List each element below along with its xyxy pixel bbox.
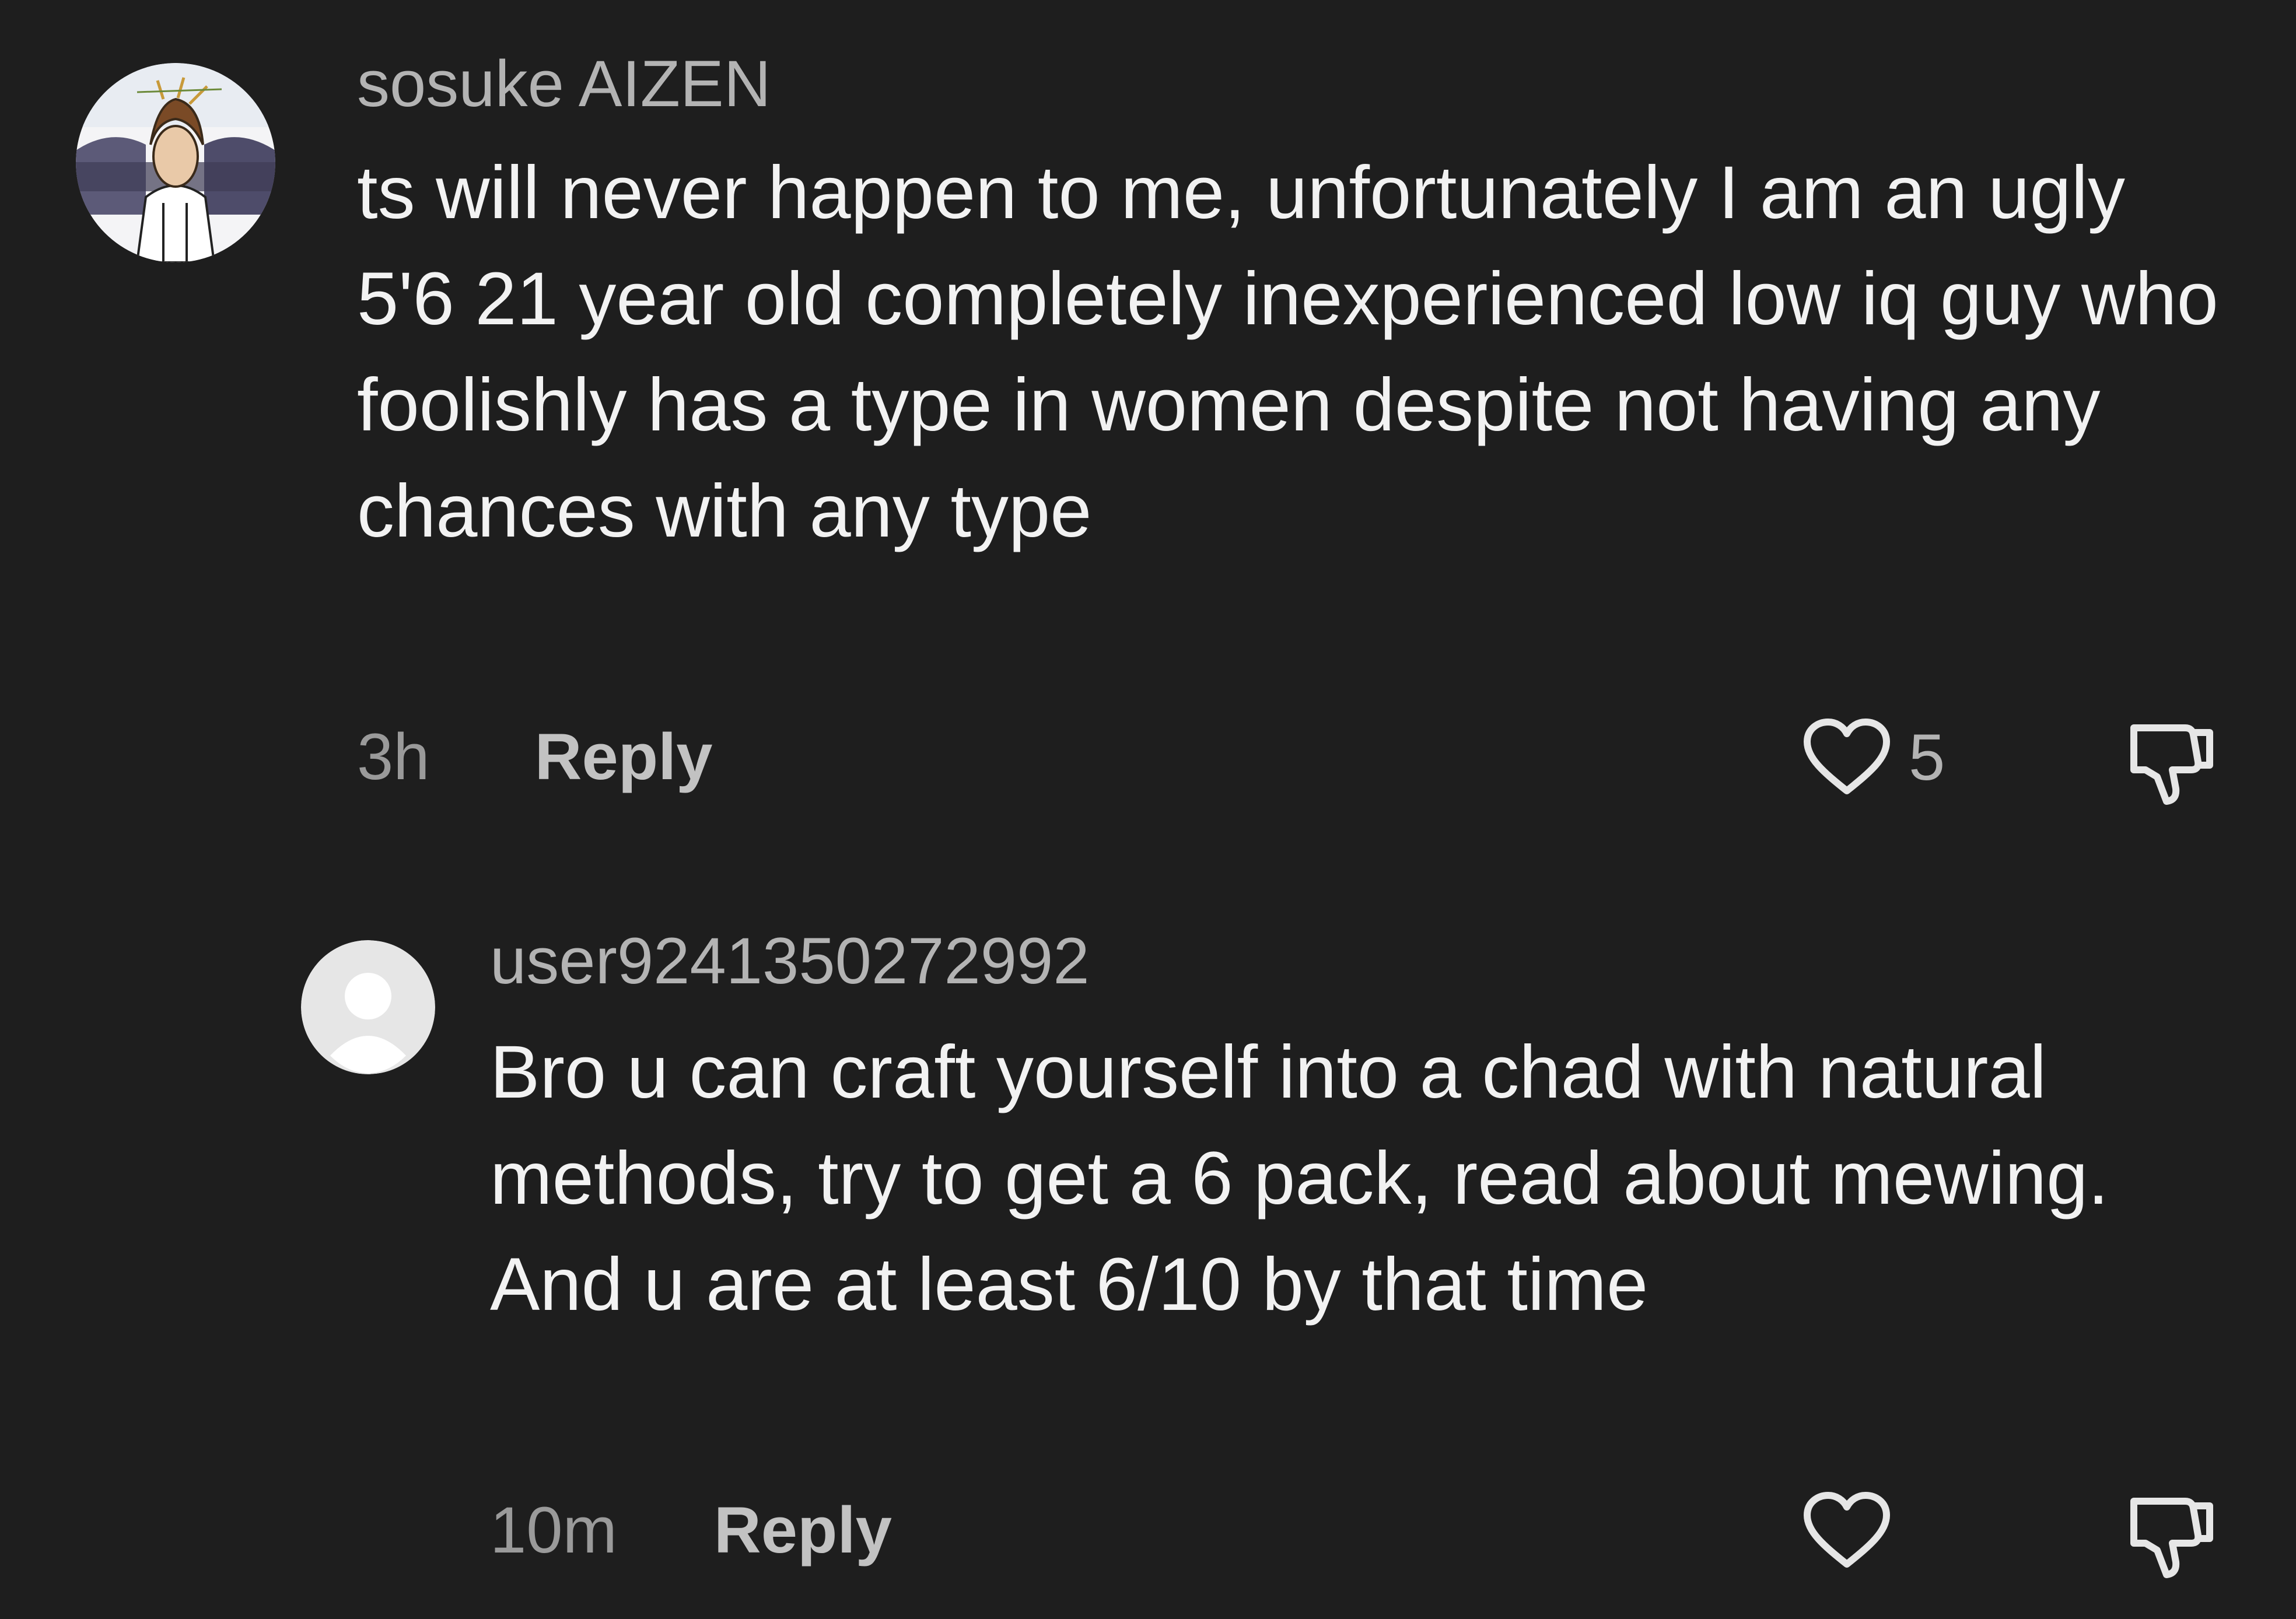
like-count: 5 <box>1909 720 1945 794</box>
dislike-button[interactable] <box>2116 1488 2216 1582</box>
like-button[interactable] <box>1800 1490 1894 1571</box>
comment-timestamp: 10m <box>490 1494 617 1567</box>
comment-username[interactable]: user9241350272992 <box>490 928 1090 994</box>
user-avatar[interactable] <box>76 63 275 262</box>
comment-timestamp: 3h <box>357 720 430 793</box>
user-avatar[interactable] <box>301 940 435 1074</box>
comment-text: Bro u can craft yourself into a chad wit… <box>490 1031 2109 1326</box>
comment-sosuke-aizen: sosuke AIZEN ts will never happen to me,… <box>0 0 2296 875</box>
reply-button[interactable]: Reply <box>535 724 713 790</box>
comment-username[interactable]: sosuke AIZEN <box>357 51 771 117</box>
comment-user9241350272992: user9241350272992 Bro u can craft yourse… <box>0 875 2296 1619</box>
heart-icon[interactable] <box>1800 1490 1894 1571</box>
default-user-avatar-icon <box>301 940 435 1074</box>
like-button[interactable]: 5 <box>1800 716 1945 798</box>
anime-character-avatar-icon <box>76 63 275 262</box>
thumbs-down-icon[interactable] <box>2116 1488 2216 1582</box>
dislike-button[interactable] <box>2116 715 2216 808</box>
reply-button[interactable]: Reply <box>714 1498 892 1563</box>
heart-icon[interactable] <box>1800 716 1894 798</box>
comment-meta: 10m Reply <box>490 1498 892 1563</box>
thumbs-down-icon[interactable] <box>2116 715 2216 808</box>
comment-meta: 3h Reply <box>357 724 713 790</box>
comment-text: ts will never happen to me, unfortunatel… <box>357 151 2218 553</box>
